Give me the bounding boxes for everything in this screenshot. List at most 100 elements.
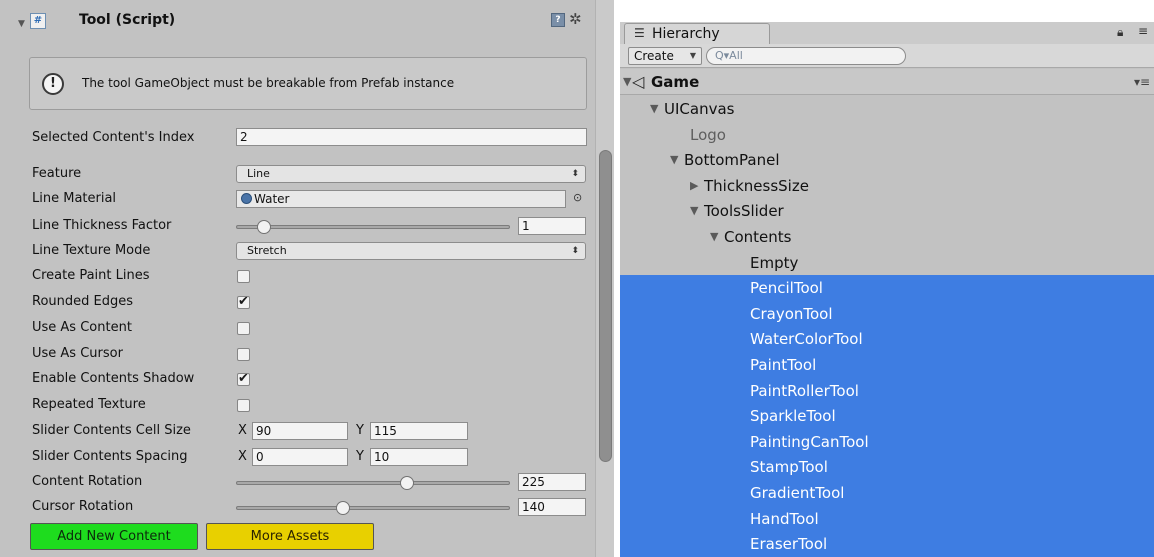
create-dropdown-button[interactable]: Create ▼ (628, 47, 702, 65)
slider-thumb[interactable] (336, 501, 351, 515)
tree-item[interactable]: Empty (620, 250, 1154, 276)
prop-label: Content Rotation (32, 474, 143, 489)
prop-label: Slider Contents Cell Size (32, 423, 191, 438)
collapse-arrow-icon[interactable]: ▶ (690, 173, 698, 199)
tree-item[interactable]: ▼ Contents (620, 224, 1154, 250)
hierarchy-search-input[interactable]: Q▾All (706, 47, 906, 65)
prop-label: Create Paint Lines (32, 268, 150, 283)
help-box-text: The tool GameObject must be breakable fr… (82, 76, 455, 90)
dropdown-arrows-icon: ⬍ (571, 246, 579, 256)
material-sphere-icon (241, 193, 252, 204)
spacing-y-field[interactable]: 10 (370, 448, 468, 466)
prop-label: Line Texture Mode (32, 243, 151, 258)
prop-label: Use As Cursor (32, 346, 123, 361)
prop-enable-contents-shadow: Enable Contents Shadow ✔ (0, 368, 595, 390)
tree-item-label: EraserTool (750, 535, 828, 554)
create-paint-lines-checkbox[interactable] (237, 270, 250, 283)
use-as-content-checkbox[interactable] (237, 322, 250, 335)
expand-arrow-icon[interactable]: ▼ (670, 147, 678, 173)
rounded-edges-checkbox[interactable]: ✔ (237, 295, 250, 309)
tree-item-label: ToolsSlider (704, 202, 784, 221)
scene-row-game[interactable]: ▼ ◁ Game ▾≡ (620, 69, 1154, 95)
panel-menu-icon[interactable]: ≡ (1138, 24, 1148, 38)
use-as-cursor-checkbox[interactable] (237, 348, 250, 361)
expand-arrow-icon[interactable]: ▼ (650, 96, 658, 122)
enable-contents-shadow-checkbox[interactable]: ✔ (237, 372, 250, 386)
prop-label: Use As Content (32, 320, 132, 335)
repeated-texture-checkbox[interactable] (237, 399, 250, 412)
tree-item[interactable]: HandTool (620, 505, 1154, 532)
tree-item-label: HandTool (750, 509, 819, 528)
content-rotation-slider[interactable] (236, 476, 510, 490)
tree-item[interactable]: EraserTool (620, 531, 1154, 557)
scene-menu-icon[interactable]: ▾≡ (1134, 69, 1150, 95)
unity-scene-icon: ◁ (632, 72, 645, 91)
tree-item-label: StampTool (750, 458, 828, 477)
selected-index-field[interactable]: 2 (236, 128, 587, 146)
object-picker-icon[interactable]: ⊙ (573, 191, 582, 204)
y-label: Y (356, 423, 364, 438)
prop-feature: Feature Line ⬍ (0, 163, 595, 185)
feature-dropdown[interactable]: Line ⬍ (236, 165, 586, 183)
prop-label: Feature (32, 166, 82, 181)
cursor-rotation-field[interactable]: 140 (518, 498, 586, 516)
tree-item[interactable]: WaterColorTool (620, 326, 1154, 353)
prop-rounded-edges: Rounded Edges ✔ (0, 291, 595, 313)
prop-selected-index: Selected Content's Index 2 (0, 127, 595, 149)
tree-item[interactable]: PaintRollerTool (620, 377, 1154, 404)
cell-size-y-field[interactable]: 115 (370, 422, 468, 440)
more-assets-button[interactable]: More Assets (206, 523, 374, 550)
tree-item[interactable]: SparkleTool (620, 403, 1154, 430)
tree-item-label: PaintRollerTool (750, 381, 859, 400)
gear-icon[interactable]: ✲ (569, 10, 582, 28)
scrollbar-thumb[interactable] (599, 150, 612, 462)
inspector-scrollbar[interactable] (595, 0, 614, 557)
prop-line-material: Line Material Water ⊙ (0, 188, 595, 210)
expand-arrow-icon[interactable]: ▼ (710, 224, 718, 250)
foldout-arrow-icon[interactable]: ▼ (18, 19, 25, 29)
slider-thumb[interactable] (400, 476, 414, 490)
tree-item-label: ThicknessSize (704, 176, 809, 195)
component-title: Tool (Script) (79, 12, 176, 28)
slider-thumb[interactable] (257, 220, 272, 234)
add-new-content-button[interactable]: Add New Content (30, 523, 198, 550)
tree-item[interactable]: ▼ BottomPanel (620, 147, 1154, 173)
list-icon: ☰ (634, 26, 645, 40)
prop-cell-size: Slider Contents Cell Size X 90 Y 115 (0, 420, 595, 442)
line-material-field[interactable]: Water (236, 190, 566, 208)
tree-item[interactable]: PaintTool (620, 352, 1154, 378)
help-book-icon[interactable]: ? (551, 13, 565, 27)
hierarchy-toolbar: Create ▼ Q▾All (620, 44, 1154, 68)
chevron-down-icon: ▼ (689, 51, 696, 60)
tree-item[interactable]: ▶ ThicknessSize (620, 173, 1154, 199)
component-header[interactable]: ▼ # Tool (Script) ? ✲ (0, 0, 595, 46)
tree-item[interactable]: PencilTool (620, 275, 1154, 302)
line-thickness-field[interactable]: 1 (518, 217, 586, 235)
prop-label: Enable Contents Shadow (32, 371, 195, 386)
tree-item-label: Logo (690, 125, 726, 144)
dropdown-value: Line (247, 167, 270, 180)
lock-icon[interactable]: 🔒︎ (1117, 25, 1123, 40)
tree-item-label: PaintTool (750, 356, 817, 374)
prop-label: Line Material (32, 191, 117, 206)
tree-item-label: GradientTool (750, 484, 845, 502)
prop-use-as-content: Use As Content (0, 317, 595, 339)
tree-item[interactable]: CrayonTool (620, 300, 1154, 327)
spacing-x-field[interactable]: 0 (252, 448, 348, 466)
expand-arrow-icon[interactable]: ▼ (623, 69, 631, 95)
expand-arrow-icon[interactable]: ▼ (690, 198, 698, 224)
line-texture-mode-dropdown[interactable]: Stretch ⬍ (236, 242, 586, 260)
tab-hierarchy[interactable]: ☰ Hierarchy (624, 23, 770, 45)
help-box: ! The tool GameObject must be breakable … (29, 57, 587, 110)
tree-item[interactable]: ▼ ToolsSlider (620, 198, 1154, 224)
content-rotation-field[interactable]: 225 (518, 473, 586, 491)
tree-item-label: UICanvas (664, 100, 735, 118)
cursor-rotation-slider[interactable] (236, 501, 510, 515)
tree-item[interactable]: StampTool (620, 454, 1154, 481)
tree-item[interactable]: PaintingCanTool (620, 428, 1154, 455)
tree-item[interactable]: Logo (620, 122, 1154, 148)
line-thickness-slider[interactable] (236, 220, 510, 234)
tree-item[interactable]: ▼ UICanvas (620, 96, 1154, 122)
cell-size-x-field[interactable]: 90 (252, 422, 348, 440)
tree-item[interactable]: GradientTool (620, 480, 1154, 506)
